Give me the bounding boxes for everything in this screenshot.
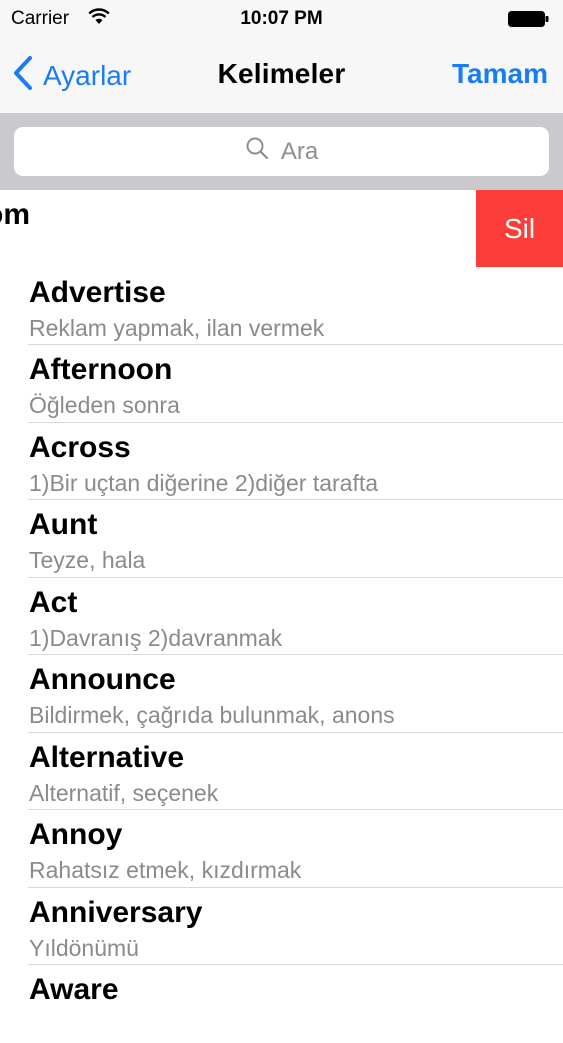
word-list: ustom rmak Sil Advertise Reklam yapmak, …: [0, 190, 563, 1043]
word-title: Aunt: [29, 508, 98, 541]
list-item[interactable]: Anniversary Yıldönümü: [0, 888, 563, 965]
word-meaning: Teyze, hala: [29, 547, 146, 573]
word-meaning: 1)Bir uçtan diğerine 2)diğer tarafta: [29, 469, 379, 496]
word-meaning: Rahatsız etmek, kızdırmak: [29, 857, 302, 883]
status-bar: Carrier 10:07 PM: [0, 0, 563, 38]
word-title: Act: [29, 585, 78, 619]
list-item[interactable]: Alternative Alternatif, seçenek: [0, 733, 563, 810]
word-title: Afternoon: [29, 353, 173, 386]
search-icon: [245, 136, 281, 167]
done-button[interactable]: Tamam: [452, 58, 548, 90]
word-meaning: Alternatif, seçenek: [29, 779, 219, 806]
word-title: Annoy: [29, 818, 123, 851]
word-title: Anniversary: [29, 895, 203, 929]
word-title: Alternative: [29, 740, 185, 774]
list-item[interactable]: Announce Bildirmek, çağrıda bulunmak, an…: [0, 655, 563, 733]
word-title: Aware: [29, 973, 119, 1006]
word-meaning: Öğleden sonra: [29, 392, 180, 418]
list-item-swiped[interactable]: ustom rmak Sil: [0, 190, 563, 268]
list-item[interactable]: Advertise Reklam yapmak, ilan vermek: [0, 268, 563, 345]
list-item[interactable]: Annoy Rahatsız etmek, kızdırmak: [0, 810, 563, 888]
search-placeholder: Ara: [280, 137, 319, 165]
word-title: Across: [29, 430, 131, 464]
word-meaning: Bildirmek, çağrıda bulunmak, anons: [29, 702, 395, 728]
search-bar: Ara: [0, 113, 563, 190]
list-item[interactable]: Aunt Teyze, hala: [0, 500, 563, 578]
word-title: ustom: [0, 198, 30, 231]
search-input[interactable]: Ara: [14, 127, 549, 176]
navigation-bar: Ayarlar Kelimeler Tamam: [0, 38, 563, 113]
list-item[interactable]: Across 1)Bir uçtan diğerine 2)diğer tara…: [0, 423, 563, 500]
word-title: Advertise: [29, 275, 166, 309]
status-time: 10:07 PM: [240, 8, 323, 29]
word-meaning: 1)Davranış 2)davranmak: [29, 624, 283, 651]
list-item[interactable]: Aware: [0, 965, 563, 1043]
list-item[interactable]: Act 1)Davranış 2)davranmak: [0, 578, 563, 655]
swiped-row-content[interactable]: ustom rmak: [0, 190, 476, 267]
battery-icon: [508, 11, 549, 27]
word-meaning: Yıldönümü: [29, 934, 139, 961]
list-item[interactable]: Afternoon Öğleden sonra: [0, 345, 563, 423]
delete-button[interactable]: Sil: [476, 190, 563, 267]
word-title: Announce: [29, 663, 176, 696]
word-meaning: Reklam yapmak, ilan vermek: [29, 314, 325, 341]
